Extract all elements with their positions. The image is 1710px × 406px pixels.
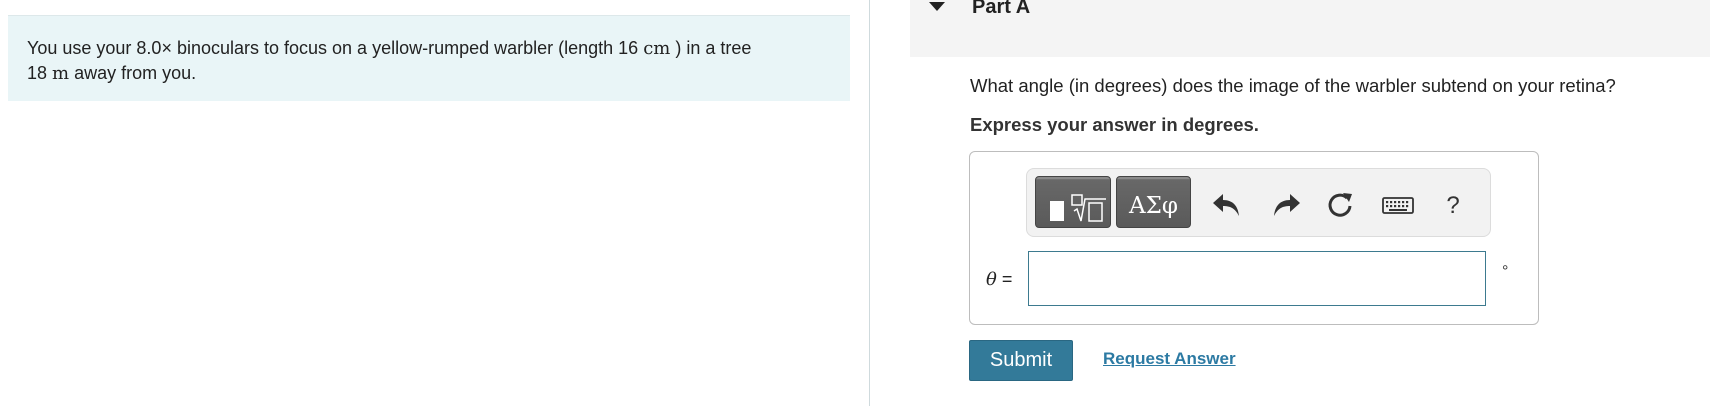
answer-instruction: Express your answer in degrees. xyxy=(970,114,1259,135)
problem-text-start: You use your 8.0 xyxy=(27,38,162,58)
symbols-button[interactable]: ΑΣφ xyxy=(1116,176,1191,228)
problem-statement: You use your 8.0× binoculars to focus on… xyxy=(8,15,850,101)
problem-text-end: away from you. xyxy=(69,63,197,83)
templates-radical-icon xyxy=(1050,194,1106,222)
symbols-label: ΑΣφ xyxy=(1129,193,1178,219)
question-text: What angle (in degrees) does the image o… xyxy=(970,75,1616,96)
answer-input[interactable] xyxy=(1028,251,1486,306)
templates-button[interactable] xyxy=(1035,176,1111,228)
times-symbol: × xyxy=(161,38,172,58)
submit-button[interactable]: Submit xyxy=(969,340,1073,381)
degree-unit: ° xyxy=(1502,263,1509,280)
request-answer-link[interactable]: Request Answer xyxy=(1103,349,1236,369)
equals-sign: = xyxy=(996,269,1013,289)
part-title[interactable]: Part A xyxy=(972,0,1030,18)
help-icon[interactable]: ? xyxy=(1442,192,1464,220)
problem-text-middle: binoculars to focus on a yellow-rumped w… xyxy=(171,38,644,58)
redo-arrow-icon[interactable] xyxy=(1270,190,1302,220)
problem-text-after-length: ) in a tree xyxy=(670,38,752,58)
reset-circular-arrow-icon[interactable] xyxy=(1324,190,1356,220)
answer-variable-label: θ = xyxy=(986,268,1012,291)
distance-unit: m xyxy=(52,63,70,84)
distance-value: 18 xyxy=(27,63,53,83)
undo-arrow-icon[interactable] xyxy=(1211,190,1243,220)
keyboard-icon[interactable] xyxy=(1381,190,1415,220)
theta-symbol: θ xyxy=(986,269,997,290)
collapse-caret-icon[interactable] xyxy=(929,2,945,11)
column-divider xyxy=(869,0,870,406)
length-unit: cm xyxy=(643,38,671,59)
